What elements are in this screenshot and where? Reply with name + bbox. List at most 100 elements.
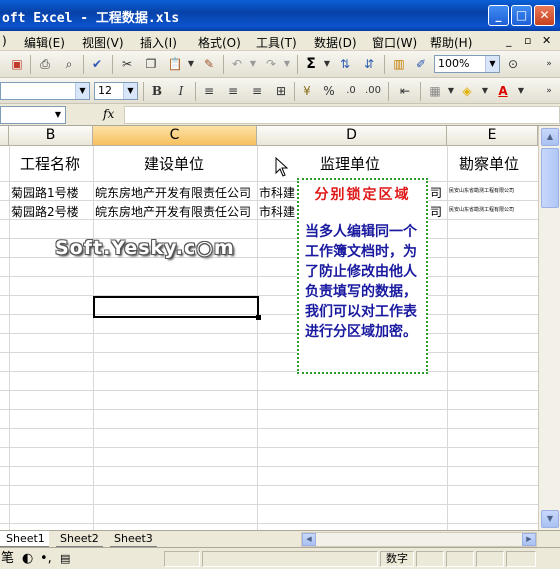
formula-bar: ▼ fx <box>0 104 560 126</box>
menu-window[interactable]: 窗口(W) <box>372 34 417 51</box>
chart-wizard-icon[interactable]: ▥ <box>390 55 408 73</box>
status-panel <box>446 551 474 567</box>
cell-d4[interactable]: 市科建 <box>259 203 295 220</box>
scroll-down-icon[interactable]: ▼ <box>541 510 559 528</box>
scroll-left-icon[interactable]: ◀ <box>302 533 316 546</box>
cell-d3[interactable]: 市科建 <box>259 184 295 201</box>
toolbar-options-icon[interactable]: » <box>540 82 558 100</box>
active-cell-selection[interactable] <box>93 296 261 320</box>
fill-color-icon[interactable]: ◈ <box>458 82 476 100</box>
increase-decimal-icon[interactable]: .0 <box>342 82 360 100</box>
sort-ascending-icon[interactable]: ⇅ <box>336 55 354 73</box>
font-size-select[interactable]: 12 ▼ <box>94 82 138 100</box>
note-title: 分别锁定区域 <box>314 187 411 203</box>
horizontal-scrollbar[interactable]: ◀ ▶ <box>301 532 537 547</box>
column-header-b[interactable]: B <box>9 126 93 146</box>
zoom-select[interactable]: 100% ▼ <box>434 55 500 73</box>
doc-minimize-button[interactable]: _ <box>506 34 512 47</box>
table-row <box>0 448 538 467</box>
scroll-up-icon[interactable]: ▲ <box>541 128 559 146</box>
cell-c4[interactable]: 皖东房地产开发有限责任公司 <box>95 203 257 220</box>
chevron-down-icon[interactable]: ▼ <box>123 83 137 99</box>
chevron-down-icon[interactable]: ▼ <box>75 83 89 99</box>
cell-c3[interactable]: 皖东房地产开发有限责任公司 <box>95 184 257 201</box>
maximize-button[interactable]: □ <box>511 5 532 26</box>
chevron-down-icon[interactable]: ▼ <box>485 56 499 72</box>
menu-help[interactable]: 帮助(H) <box>430 34 472 51</box>
currency-icon[interactable]: ¥ <box>298 82 316 100</box>
status-panel <box>506 551 536 567</box>
doc-restore-button[interactable]: ▫ <box>524 34 531 47</box>
fill-handle[interactable] <box>256 315 261 320</box>
moon-icon[interactable]: ◐ <box>22 550 33 568</box>
scroll-right-icon[interactable]: ▶ <box>522 533 536 546</box>
print-icon[interactable]: ⎙ <box>36 55 54 73</box>
research-icon[interactable]: ▣ <box>8 55 26 73</box>
doc-close-button[interactable]: ✕ <box>542 34 551 47</box>
menu-format[interactable]: 格式(O) <box>198 34 241 51</box>
align-center-icon[interactable]: ≡ <box>224 82 242 100</box>
tab-sheet3[interactable]: Sheet3 <box>110 531 157 547</box>
vertical-scrollbar[interactable]: ▲ ▼ <box>538 126 560 530</box>
bold-icon[interactable]: B <box>148 82 166 100</box>
spelling-icon[interactable]: ✔ <box>88 55 106 73</box>
font-color-icon[interactable]: A <box>494 82 512 100</box>
redo-dropdown-icon[interactable]: ▼ <box>278 55 296 73</box>
toolbar-options-icon[interactable]: » <box>540 55 558 73</box>
chevron-down-icon[interactable]: ▼ <box>51 107 65 123</box>
ime-indicator[interactable]: 笔 <box>1 550 14 568</box>
table-row <box>0 353 538 372</box>
format-painter-icon[interactable]: ✎ <box>200 55 218 73</box>
column-header-d[interactable]: D <box>257 126 447 146</box>
worksheet-grid[interactable]: B C D E 工程名称 建设单位 监理单位 勘察单位 菊园路1号楼 皖东房地产… <box>0 126 538 530</box>
menu-edit[interactable]: 编辑(E) <box>24 34 65 51</box>
merge-center-icon[interactable]: ⊞ <box>272 82 290 100</box>
table-row <box>0 315 538 334</box>
cell-e3[interactable]: 民安山东省勘测工程有限公司 <box>449 187 538 194</box>
comment-note[interactable]: 分别锁定区域 当多人编辑同一个工作簿文档时，为了防止修改由他人负责填写的数据，我… <box>297 178 428 374</box>
name-box[interactable]: ▼ <box>0 106 66 124</box>
keyboard-icon[interactable]: ▤ <box>60 550 70 568</box>
column-header-c[interactable]: C <box>93 126 257 146</box>
percent-icon[interactable]: % <box>320 82 338 100</box>
punctuation-icon[interactable]: •, <box>40 550 52 568</box>
header-builder[interactable]: 建设单位 <box>144 153 204 174</box>
insert-function-icon[interactable]: fx <box>103 107 114 121</box>
menu-file-partial[interactable]: ) <box>2 34 7 48</box>
close-button[interactable]: ✕ <box>534 5 555 26</box>
align-right-icon[interactable]: ≡ <box>248 82 266 100</box>
header-project-name[interactable]: 工程名称 <box>20 153 80 174</box>
decrease-decimal-icon[interactable]: .00 <box>364 82 382 100</box>
column-header-e[interactable]: E <box>447 126 538 146</box>
tab-sheet1[interactable]: Sheet1 <box>0 531 49 547</box>
align-left-icon[interactable]: ≡ <box>200 82 218 100</box>
drawing-icon[interactable]: ✐ <box>412 55 430 73</box>
menu-data[interactable]: 数据(D) <box>314 34 357 51</box>
copy-icon[interactable]: ❐ <box>142 55 160 73</box>
indent-icon[interactable]: ⇤ <box>396 82 414 100</box>
row-header-corner[interactable] <box>0 126 9 146</box>
formula-input[interactable] <box>124 106 560 124</box>
help-icon[interactable]: ⊙ <box>504 55 522 73</box>
header-supervisor[interactable]: 监理单位 <box>320 153 380 174</box>
print-preview-icon[interactable]: ⌕ <box>60 55 78 73</box>
undo-dropdown-icon[interactable]: ▼ <box>244 55 262 73</box>
sort-descending-icon[interactable]: ⇵ <box>360 55 378 73</box>
menu-tools[interactable]: 工具(T) <box>256 34 297 51</box>
scroll-thumb[interactable] <box>541 148 559 208</box>
autosum-dropdown-icon[interactable]: ▼ <box>318 55 336 73</box>
minimize-button[interactable]: _ <box>488 5 509 26</box>
paste-dropdown-icon[interactable]: ▼ <box>182 55 200 73</box>
header-surveyor[interactable]: 勘察单位 <box>459 153 519 174</box>
menu-view[interactable]: 视图(V) <box>82 34 124 51</box>
font-color-dropdown-icon[interactable]: ▼ <box>512 82 530 100</box>
fill-color-dropdown-icon[interactable]: ▼ <box>476 82 494 100</box>
cell-b3[interactable]: 菊园路1号楼 <box>11 184 93 201</box>
cell-e4[interactable]: 民安山东省勘测工程有限公司 <box>449 206 538 213</box>
font-name-select[interactable]: ▼ <box>0 82 90 100</box>
tab-sheet2[interactable]: Sheet2 <box>56 531 103 547</box>
menu-insert[interactable]: 插入(I) <box>140 34 177 51</box>
cell-b4[interactable]: 菊园路2号楼 <box>11 203 93 220</box>
italic-icon[interactable]: I <box>172 82 190 100</box>
cut-icon[interactable]: ✂ <box>118 55 136 73</box>
